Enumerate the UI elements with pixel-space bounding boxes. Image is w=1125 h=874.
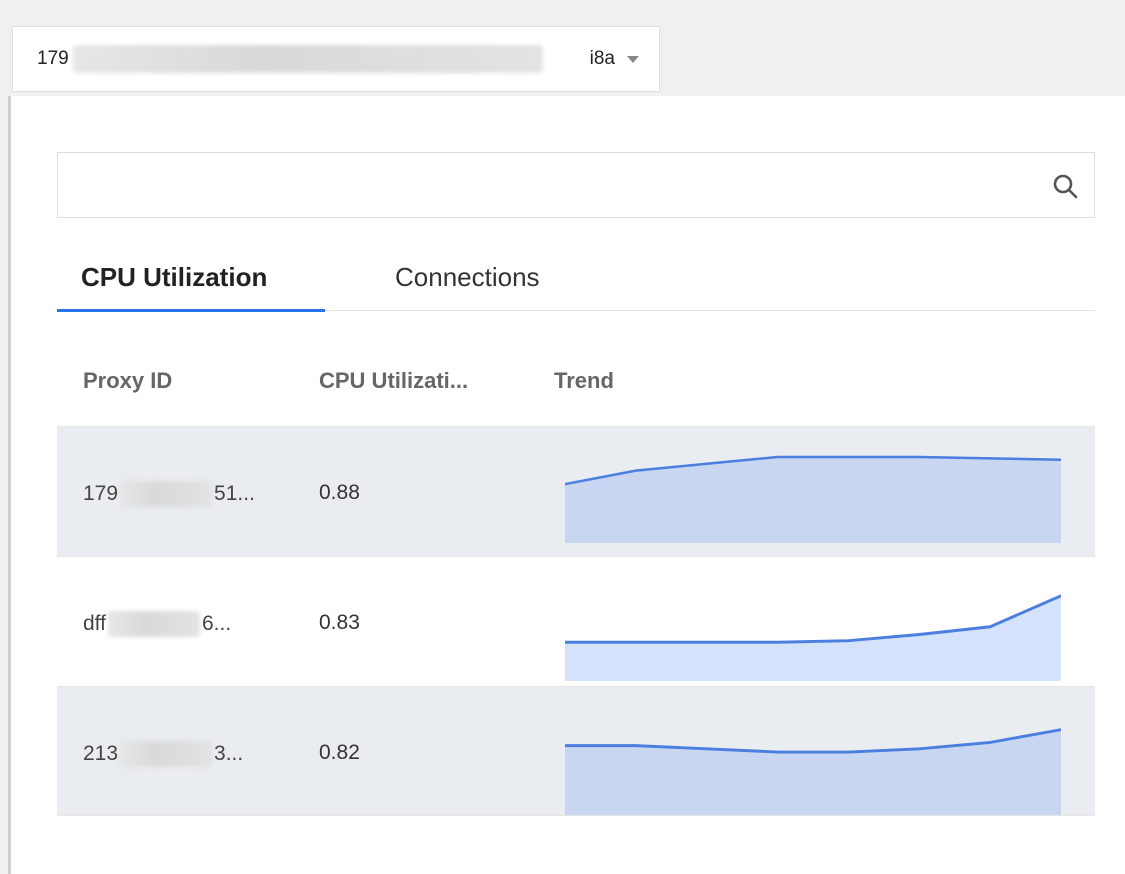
redacted-mask [120, 741, 213, 767]
proxy-id-cell: 213 3... [83, 741, 243, 767]
search-box[interactable] [57, 152, 1095, 218]
proxy-id-prefix: 213 [83, 742, 119, 765]
proxy-id-prefix: dff [83, 612, 106, 635]
cpu-utilization-value: 0.88 [319, 481, 360, 504]
search-input[interactable] [58, 153, 1094, 217]
cpu-utilization-value: 0.82 [319, 741, 360, 764]
table-row[interactable]: 213 3... 0.82 [57, 686, 1095, 816]
trend-area [565, 595, 1061, 681]
redacted-mask [120, 481, 213, 507]
proxy-id-suffix: 6... [201, 612, 232, 635]
instance-select-value-suffix: i8a [589, 48, 615, 69]
table-row[interactable]: 179 51... 0.88 [57, 426, 1095, 556]
caret-down-icon[interactable] [627, 55, 639, 63]
proxy-id-prefix: 179 [83, 482, 119, 505]
redacted-mask [72, 45, 543, 73]
proxy-id-suffix: 3... [214, 742, 244, 765]
proxy-id-suffix: 51... [214, 482, 255, 505]
instance-select[interactable]: 179 i8a [12, 26, 660, 92]
instance-select-value-prefix: 179 [37, 48, 69, 69]
tab-cpu-utilization[interactable]: CPU Utilization [81, 262, 267, 293]
table-row[interactable]: dff 6... 0.83 [57, 556, 1095, 686]
search-icon[interactable] [1052, 173, 1078, 199]
trend-sparkline [565, 455, 1061, 543]
column-header-trend: Trend [554, 368, 614, 393]
metric-tabs: CPU Utilization Connections [57, 246, 1095, 312]
trend-sparkline [565, 594, 1061, 681]
tab-connections[interactable]: Connections [395, 262, 540, 293]
table-header: Proxy ID CPU Utilizati... Trend [57, 310, 1095, 426]
proxy-id-cell: 179 51... [83, 481, 255, 507]
redacted-mask [107, 611, 200, 637]
monitor-panel: CPU Utilization Connections Proxy ID CPU… [8, 96, 1125, 874]
proxy-id-cell: dff 6... [83, 611, 231, 637]
trend-sparkline [565, 728, 1061, 815]
column-header-cpu-utilization: CPU Utilizati... [319, 368, 469, 393]
cpu-utilization-value: 0.83 [319, 611, 360, 634]
column-header-proxy-id: Proxy ID [83, 368, 173, 393]
